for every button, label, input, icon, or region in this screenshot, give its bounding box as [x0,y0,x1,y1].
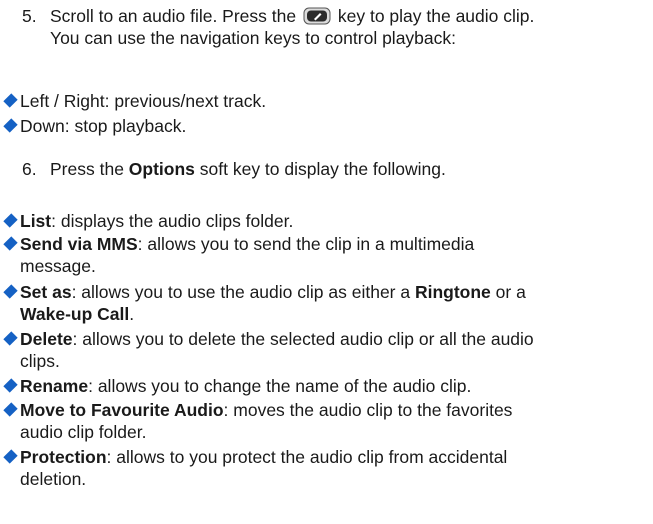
step-text: Scroll to an audio file. Press the [50,6,297,26]
diamond-bullet-icon [3,331,18,346]
list-item-list: List: displays the audio clips folder. [2,210,642,232]
diamond-bullet-icon [3,402,18,417]
list-item-move-to-favourite-audio: Move to Favourite Audio: moves the audio… [2,399,642,443]
options-soft-key-label: Options [128,159,195,179]
step-5: 5. Scroll to an audio file. Press the key… [22,5,642,49]
list-item: Left / Right: previous/next track. [2,90,642,112]
diamond-bullet-icon [3,118,18,133]
list-item-delete: Delete: allows you to delete the selecte… [2,328,642,372]
diamond-bullet-icon [3,213,18,228]
diamond-bullet-icon [3,93,18,108]
list-item-set-as: Set as: allows you to use the audio clip… [2,281,642,325]
step-text: key to play the audio clip. [337,6,535,26]
diamond-bullet-icon [3,449,18,464]
step-6: 6. Press the Options soft key to display … [22,159,446,179]
diamond-bullet-icon [3,378,18,393]
list-item-rename: Rename: allows you to change the name of… [2,375,642,397]
list-item-protection: Protection: allows to you protect the au… [2,446,642,490]
list-item-send-via-mms: Send via MMS: allows you to send the cli… [2,233,642,277]
list-item: Down: stop playback. [2,115,642,137]
step-number: 5. [22,6,37,26]
step-text: You can use the navigation keys to contr… [50,28,457,48]
diamond-bullet-icon [3,284,18,299]
center-select-key-icon [303,7,331,25]
diamond-bullet-icon [3,236,18,251]
step-number: 6. [22,159,37,179]
